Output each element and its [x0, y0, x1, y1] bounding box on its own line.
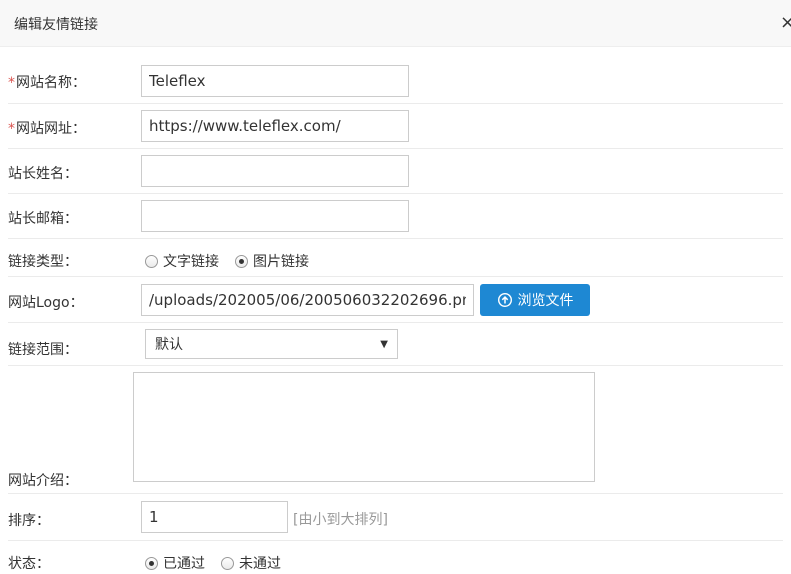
- site-name-input[interactable]: [141, 65, 409, 97]
- scope-label: 链接范围：: [8, 342, 78, 358]
- intro-label: 网站介绍：: [8, 473, 78, 489]
- form-row-sort: 排序： [由小到大排列]: [8, 494, 783, 541]
- form-row-link-type: 链接类型： 文字链接 图片链接: [8, 239, 783, 277]
- form-row-site-url: *网站网址：: [8, 104, 783, 149]
- form-row-logo: 网站Logo： 浏览文件: [8, 277, 783, 323]
- radio-rejected[interactable]: 未通过: [221, 553, 281, 573]
- link-type-label: 链接类型：: [8, 254, 78, 270]
- form-row-scope: 链接范围： 默认 ▼: [8, 323, 783, 366]
- site-url-label: *网站网址：: [8, 121, 86, 137]
- chevron-down-icon: ▼: [380, 338, 388, 350]
- browse-file-label: 浏览文件: [517, 293, 574, 309]
- intro-textarea[interactable]: [133, 372, 595, 482]
- required-mark: *: [8, 75, 15, 91]
- radio-button[interactable]: [145, 254, 158, 268]
- form-row-status: 状态： 已通过 未通过: [8, 541, 783, 574]
- close-icon[interactable]: ×: [780, 12, 791, 34]
- owner-name-label: 站长姓名：: [8, 166, 78, 182]
- radio-label: 文字链接: [163, 254, 219, 270]
- site-url-input[interactable]: [141, 110, 409, 142]
- sort-input[interactable]: [141, 501, 288, 533]
- dialog-header: 编辑友情链接 ×: [0, 0, 791, 47]
- scope-select[interactable]: 默认 ▼: [145, 329, 398, 359]
- radio-button-checked[interactable]: [235, 254, 248, 268]
- radio-approved[interactable]: 已通过: [145, 553, 205, 573]
- owner-email-input[interactable]: [141, 200, 409, 232]
- status-radio-group: 已通过 未通过: [145, 553, 297, 573]
- logo-label: 网站Logo：: [8, 295, 84, 311]
- radio-button[interactable]: [221, 556, 234, 570]
- owner-name-input[interactable]: [141, 155, 409, 187]
- upload-cloud-icon: [497, 292, 512, 308]
- radio-image-link[interactable]: 图片链接: [235, 251, 309, 271]
- radio-label: 图片链接: [253, 254, 309, 270]
- form-row-owner-email: 站长邮箱：: [8, 194, 783, 239]
- form-row-owner-name: 站长姓名：: [8, 149, 783, 194]
- sort-label: 排序：: [8, 513, 50, 529]
- radio-label: 已通过: [163, 556, 205, 572]
- site-name-label: *网站名称：: [8, 75, 86, 91]
- browse-file-button[interactable]: 浏览文件: [480, 284, 590, 316]
- owner-email-label: 站长邮箱：: [8, 211, 78, 227]
- dialog-title: 编辑友情链接: [14, 17, 98, 33]
- sort-hint: [由小到大排列]: [293, 512, 388, 528]
- form-row-site-name: *网站名称：: [8, 57, 783, 104]
- radio-label: 未通过: [239, 556, 281, 572]
- radio-text-link[interactable]: 文字链接: [145, 251, 219, 271]
- link-type-radio-group: 文字链接 图片链接: [145, 251, 325, 271]
- status-label: 状态：: [8, 556, 50, 572]
- logo-path-input[interactable]: [141, 284, 474, 316]
- scope-selected-value: 默认: [155, 337, 183, 353]
- radio-button-checked[interactable]: [145, 556, 158, 570]
- required-mark: *: [8, 121, 15, 137]
